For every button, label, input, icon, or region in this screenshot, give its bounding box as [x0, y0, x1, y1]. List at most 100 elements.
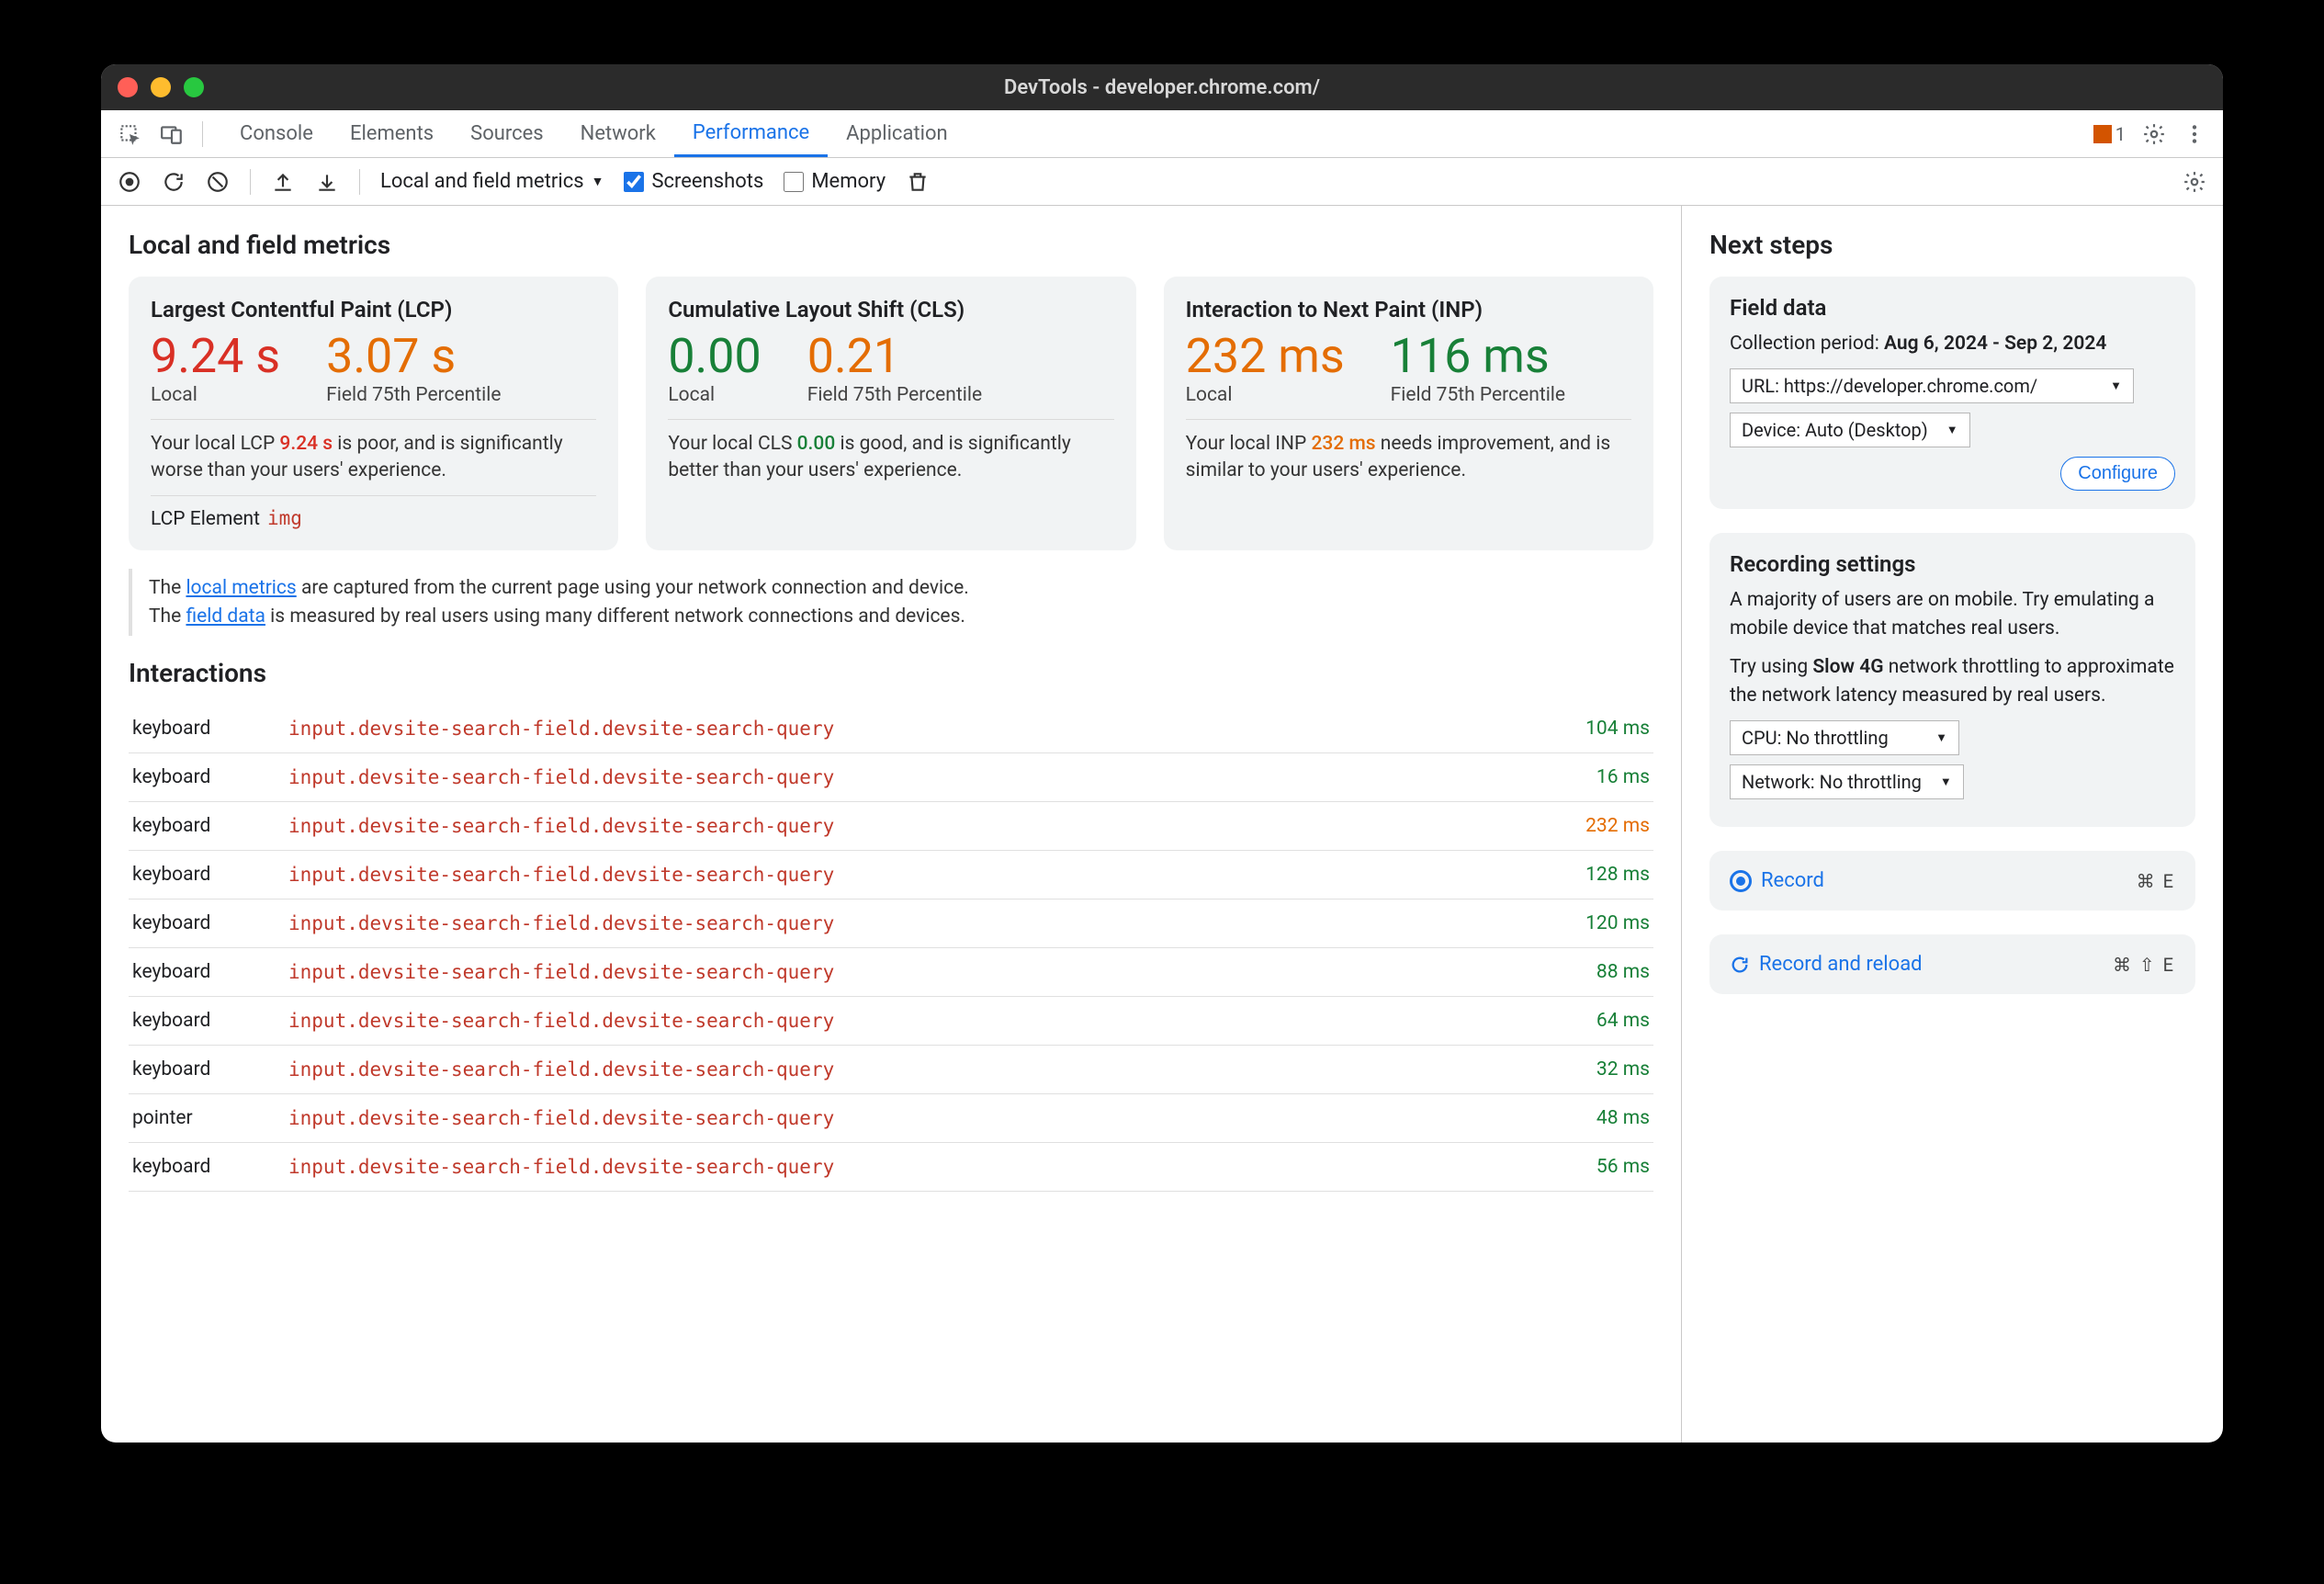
minimize-icon[interactable]	[151, 77, 171, 97]
maximize-icon[interactable]	[184, 77, 204, 97]
interaction-type: keyboard	[129, 851, 285, 899]
url-select[interactable]: URL: https://developer.chrome.com/▼	[1730, 368, 2134, 403]
interaction-selector: input.devsite-search-field.devsite-searc…	[285, 753, 1534, 802]
interaction-row[interactable]: keyboard input.devsite-search-field.devs…	[129, 851, 1653, 899]
metric-card: Interaction to Next Paint (INP) 232 ms L…	[1164, 277, 1653, 550]
memory-checkbox[interactable]: Memory	[784, 170, 886, 193]
interaction-type: keyboard	[129, 1046, 285, 1094]
tab-sources[interactable]: Sources	[452, 110, 562, 157]
interaction-row[interactable]: pointer input.devsite-search-field.devsi…	[129, 1094, 1653, 1143]
interaction-type: keyboard	[129, 1143, 285, 1192]
tab-console[interactable]: Console	[221, 110, 332, 157]
interaction-row[interactable]: keyboard input.devsite-search-field.devs…	[129, 802, 1653, 851]
interaction-type: keyboard	[129, 948, 285, 997]
tab-application[interactable]: Application	[828, 110, 965, 157]
close-icon[interactable]	[118, 77, 138, 97]
configure-button[interactable]: Configure	[2060, 457, 2175, 491]
chevron-down-icon: ▼	[1935, 730, 1947, 745]
interaction-row[interactable]: keyboard input.devsite-search-field.devs…	[129, 948, 1653, 997]
device-toggle-icon[interactable]	[160, 122, 184, 146]
interactions-heading: Interactions	[129, 658, 1653, 688]
issues-icon	[2093, 125, 2112, 143]
next-steps-heading: Next steps	[1709, 230, 2195, 260]
interaction-duration: 16 ms	[1534, 753, 1653, 802]
interaction-selector: input.devsite-search-field.devsite-searc…	[285, 851, 1534, 899]
interaction-type: pointer	[129, 1094, 285, 1143]
interaction-selector: input.devsite-search-field.devsite-searc…	[285, 1046, 1534, 1094]
interaction-duration: 104 ms	[1534, 705, 1653, 753]
field-data-title: Field data	[1730, 295, 2175, 321]
main-panel: Local and field metrics Largest Contentf…	[101, 206, 1681, 1443]
metric-field-value: 0.21	[807, 332, 982, 382]
info-box: The local metrics are captured from the …	[129, 569, 1653, 636]
field-data-link[interactable]: field data	[186, 605, 265, 628]
panel-tabs: ConsoleElementsSourcesNetworkPerformance…	[101, 110, 2223, 158]
garbage-collect-icon[interactable]	[906, 170, 930, 194]
metric-card: Largest Contentful Paint (LCP) 9.24 s Lo…	[129, 277, 618, 550]
download-icon[interactable]	[315, 170, 339, 194]
interaction-selector: input.devsite-search-field.devsite-searc…	[285, 705, 1534, 753]
metric-field-value: 116 ms	[1391, 332, 1565, 382]
clear-icon[interactable]	[206, 170, 230, 194]
settings-icon[interactable]	[2142, 122, 2166, 146]
network-throttle-select[interactable]: Network: No throttling▼	[1730, 764, 1964, 799]
preset-select[interactable]: Local and field metrics ▼	[380, 170, 604, 193]
interaction-row[interactable]: keyboard input.devsite-search-field.devs…	[129, 753, 1653, 802]
chevron-down-icon: ▼	[592, 174, 604, 189]
interaction-duration: 32 ms	[1534, 1046, 1653, 1094]
interaction-row[interactable]: keyboard input.devsite-search-field.devs…	[129, 705, 1653, 753]
chevron-down-icon: ▼	[1940, 775, 1952, 789]
interaction-type: keyboard	[129, 997, 285, 1046]
interaction-selector: input.devsite-search-field.devsite-searc…	[285, 899, 1534, 948]
interaction-type: keyboard	[129, 802, 285, 851]
devtools-window: DevTools - developer.chrome.com/ Console…	[101, 64, 2223, 1443]
record-label: Record	[1761, 869, 1824, 892]
metric-title: Cumulative Layout Shift (CLS)	[668, 297, 1113, 322]
interaction-duration: 56 ms	[1534, 1143, 1653, 1192]
panel-settings-icon[interactable]	[2183, 170, 2206, 194]
interactions-table: keyboard input.devsite-search-field.devs…	[129, 705, 1653, 1192]
device-select[interactable]: Device: Auto (Desktop)▼	[1730, 413, 1970, 447]
local-metrics-link[interactable]: local metrics	[186, 577, 296, 599]
cpu-throttle-select[interactable]: CPU: No throttling▼	[1730, 720, 1959, 755]
interaction-duration: 88 ms	[1534, 948, 1653, 997]
screenshots-checkbox[interactable]: Screenshots	[624, 170, 763, 193]
interaction-row[interactable]: keyboard input.devsite-search-field.devs…	[129, 899, 1653, 948]
interaction-selector: input.devsite-search-field.devsite-searc…	[285, 1094, 1534, 1143]
issues-badge[interactable]: 1	[2093, 123, 2126, 145]
interaction-duration: 120 ms	[1534, 899, 1653, 948]
interaction-type: keyboard	[129, 753, 285, 802]
record-card[interactable]: Record ⌘ E	[1709, 851, 2195, 911]
tab-elements[interactable]: Elements	[332, 110, 452, 157]
metric-description: Your local INP 232 ms needs improvement,…	[1186, 431, 1631, 485]
perf-toolbar: Local and field metrics ▼ Screenshots Me…	[101, 158, 2223, 206]
interaction-type: keyboard	[129, 705, 285, 753]
lcp-element-row[interactable]: LCP Elementimg	[151, 495, 596, 530]
next-steps-sidebar: Next steps Field data Collection period:…	[1681, 206, 2223, 1443]
tab-network[interactable]: Network	[562, 110, 674, 157]
titlebar: DevTools - developer.chrome.com/	[101, 64, 2223, 110]
metric-field-value: 3.07 s	[326, 332, 501, 382]
more-icon[interactable]	[2183, 122, 2206, 146]
metric-card: Cumulative Layout Shift (CLS) 0.00 Local…	[646, 277, 1135, 550]
interaction-row[interactable]: keyboard input.devsite-search-field.devs…	[129, 1046, 1653, 1094]
window-title: DevTools - developer.chrome.com/	[101, 76, 2223, 99]
record-icon	[1730, 870, 1752, 892]
interaction-row[interactable]: keyboard input.devsite-search-field.devs…	[129, 997, 1653, 1046]
interaction-row[interactable]: keyboard input.devsite-search-field.devs…	[129, 1143, 1653, 1192]
interaction-selector: input.devsite-search-field.devsite-searc…	[285, 997, 1534, 1046]
record-reload-card[interactable]: Record and reload ⌘ ⇧ E	[1709, 934, 2195, 994]
record-toggle-icon[interactable]	[118, 170, 141, 194]
inspect-icon[interactable]	[118, 122, 141, 146]
reload-icon	[1730, 955, 1750, 975]
upload-icon[interactable]	[271, 170, 295, 194]
record-shortcut: ⌘ E	[2137, 870, 2175, 892]
window-controls	[118, 77, 204, 97]
metric-local-value: 0.00	[668, 332, 761, 382]
reload-icon[interactable]	[162, 170, 186, 194]
interaction-type: keyboard	[129, 899, 285, 948]
record-reload-label: Record and reload	[1759, 953, 1923, 976]
tab-performance[interactable]: Performance	[674, 110, 828, 157]
field-data-card: Field data Collection period: Aug 6, 202…	[1709, 277, 2195, 509]
metric-local-value: 9.24 s	[151, 332, 280, 382]
